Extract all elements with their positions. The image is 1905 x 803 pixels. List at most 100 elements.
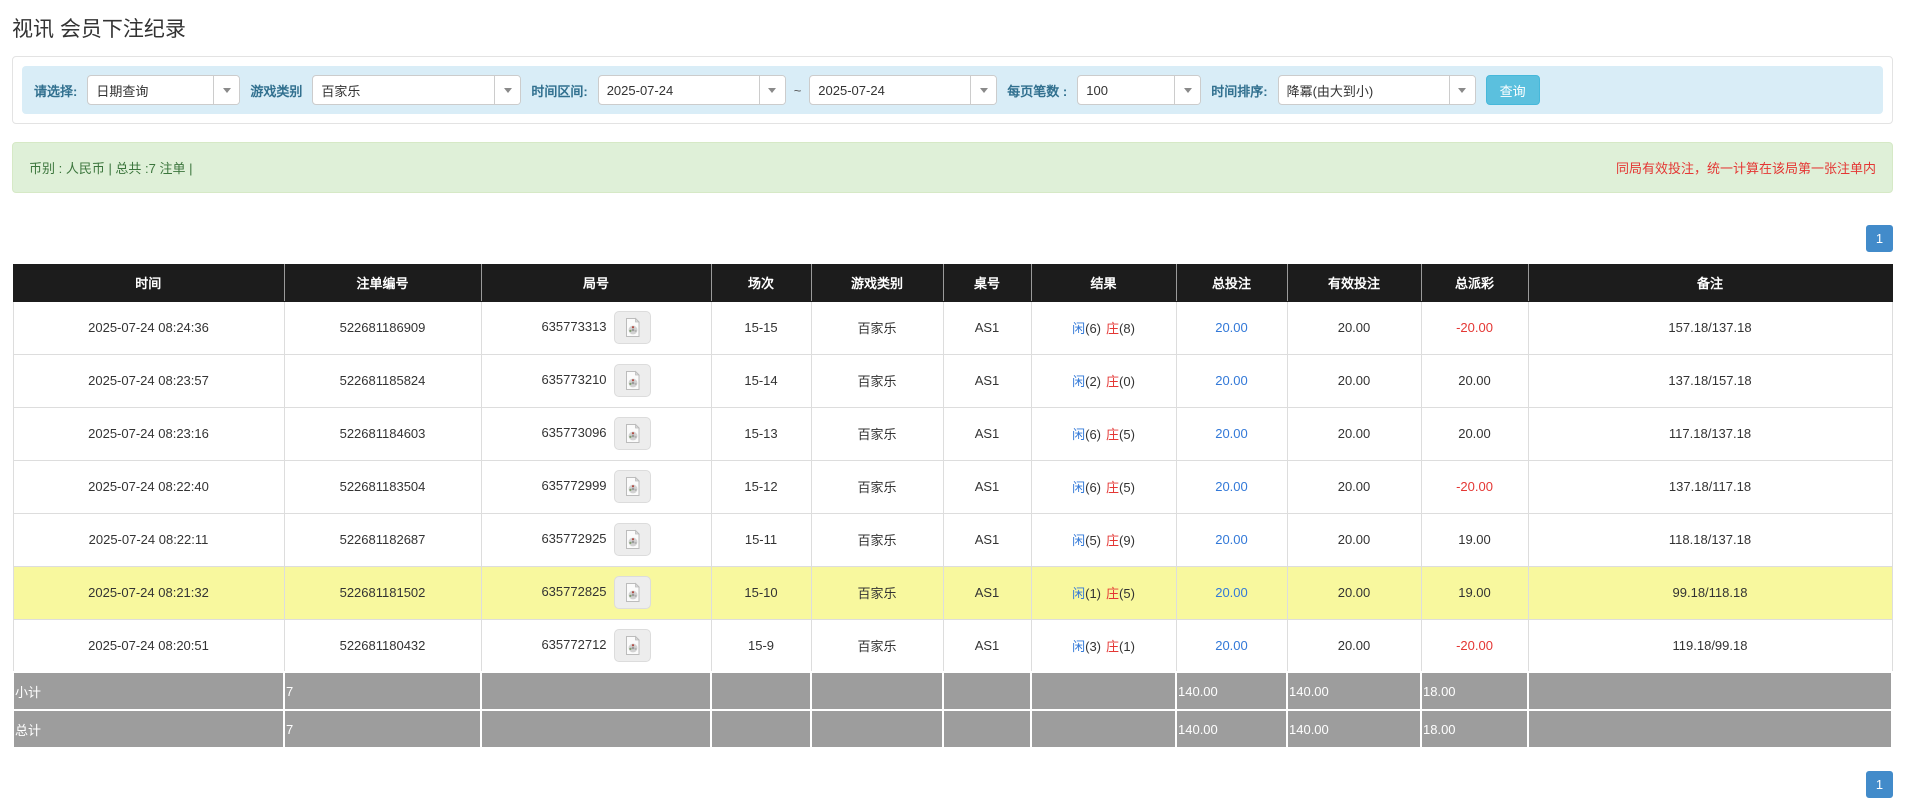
cell-game-type: 百家乐 bbox=[810, 300, 944, 355]
cell-game-type: 百家乐 bbox=[810, 512, 944, 567]
video-replay-button[interactable] bbox=[613, 470, 651, 503]
table-row[interactable]: 2025-07-24 08:24:36 522681186909 6357733… bbox=[12, 300, 1893, 355]
cell-total-bet[interactable]: 20.00 bbox=[1175, 565, 1288, 620]
cell-round-id: 635773210 bbox=[480, 353, 712, 408]
page-title: 视讯 会员下注纪录 bbox=[12, 18, 186, 41]
cell-table-no: AS1 bbox=[942, 618, 1032, 673]
cell-game-type: 百家乐 bbox=[810, 565, 944, 620]
cell-total-payout: -20.00 bbox=[1420, 459, 1529, 514]
date-range-label: 时间区间: bbox=[531, 83, 588, 99]
round-id-value: 635772999 bbox=[541, 477, 607, 493]
pagination-page-button[interactable]: 1 bbox=[1866, 771, 1893, 798]
date-from-value[interactable] bbox=[598, 76, 759, 104]
chevron-down-icon[interactable] bbox=[1174, 76, 1201, 104]
col-header-round-id: 局号 bbox=[481, 264, 712, 302]
chevron-down-icon[interactable] bbox=[213, 76, 240, 104]
video-replay-button[interactable] bbox=[613, 417, 651, 450]
cell-total-bet[interactable]: 20.00 bbox=[1175, 300, 1288, 355]
video-replay-button[interactable] bbox=[613, 311, 651, 344]
date-to-value[interactable] bbox=[810, 76, 971, 104]
cell-bet-id: 522681184603 bbox=[283, 406, 482, 461]
time-sort-label: 时间排序: bbox=[1211, 83, 1268, 99]
search-button[interactable]: 查询 bbox=[1485, 75, 1540, 105]
video-replay-button[interactable] bbox=[613, 364, 651, 397]
cell-result: 闲(3) 庄(1) bbox=[1030, 618, 1177, 673]
banker-result-label: 庄 bbox=[1106, 586, 1120, 601]
select-type-label: 请选择: bbox=[34, 83, 78, 99]
player-result-label: 闲 bbox=[1072, 480, 1086, 495]
date-from-picker[interactable] bbox=[597, 75, 786, 105]
cell-time: 2025-07-24 08:23:57 bbox=[12, 353, 285, 408]
grand-total-label: 总计 bbox=[12, 709, 285, 749]
cell-valid-bet: 20.00 bbox=[1286, 618, 1422, 673]
cell-bet-id: 522681182687 bbox=[283, 512, 482, 567]
video-replay-button[interactable] bbox=[613, 628, 651, 662]
cell-total-bet[interactable]: 20.00 bbox=[1175, 353, 1288, 408]
round-id-value: 635772825 bbox=[541, 583, 607, 599]
table-row[interactable]: 2025-07-24 08:20:51 522681180432 6357727… bbox=[12, 618, 1893, 673]
video-replay-button[interactable] bbox=[613, 523, 651, 556]
game-type-combobox[interactable] bbox=[312, 75, 522, 105]
cell-round-id: 635772925 bbox=[480, 512, 712, 567]
page-size-combobox[interactable] bbox=[1077, 75, 1202, 105]
grand-total-valid-bet: 140.00 bbox=[1286, 709, 1422, 749]
pagination-bottom: 1 bbox=[12, 771, 1893, 798]
table-row[interactable]: 2025-07-24 08:21:32 522681181502 6357728… bbox=[12, 565, 1893, 620]
chevron-down-icon[interactable] bbox=[758, 76, 785, 104]
banker-result-label: 庄 bbox=[1106, 533, 1120, 548]
table-row[interactable]: 2025-07-24 08:22:11 522681182687 6357729… bbox=[12, 512, 1893, 567]
banker-result-label: 庄 bbox=[1106, 480, 1120, 495]
table-row[interactable]: 2025-07-24 08:23:16 522681184603 6357730… bbox=[12, 406, 1893, 461]
col-header-game-type: 游戏类别 bbox=[811, 264, 944, 302]
grand-total-payout: 18.00 bbox=[1420, 709, 1529, 749]
bet-records-table: 时间 注单编号 局号 场次 游戏类别 桌号 结果 总投注 有效投注 总派彩 备注… bbox=[12, 264, 1893, 749]
valid-bet-note: 同局有效投注，统一计算在该局第一张注单内 bbox=[1615, 161, 1876, 176]
cell-total-bet[interactable]: 20.00 bbox=[1175, 618, 1288, 673]
col-header-valid-bet: 有效投注 bbox=[1287, 264, 1422, 302]
cell-result: 闲(1) 庄(5) bbox=[1030, 565, 1177, 620]
banker-result-label: 庄 bbox=[1106, 374, 1120, 389]
game-type-value[interactable] bbox=[313, 76, 495, 104]
cell-total-bet[interactable]: 20.00 bbox=[1175, 459, 1288, 514]
time-sort-value[interactable] bbox=[1278, 76, 1449, 104]
cell-remark: 117.18/137.18 bbox=[1527, 406, 1893, 461]
chevron-down-icon[interactable] bbox=[1448, 76, 1475, 104]
video-replay-button[interactable] bbox=[613, 576, 651, 609]
cell-session: 15-13 bbox=[710, 406, 812, 461]
cell-total-bet[interactable]: 20.00 bbox=[1175, 406, 1288, 461]
table-row[interactable]: 2025-07-24 08:22:40 522681183504 6357729… bbox=[12, 459, 1893, 514]
cell-remark: 157.18/137.18 bbox=[1527, 300, 1893, 355]
select-type-combobox[interactable] bbox=[87, 75, 241, 105]
time-sort-combobox[interactable] bbox=[1277, 75, 1476, 105]
round-id-value: 635773096 bbox=[541, 424, 607, 440]
subtotal-row: 小计 7 140.00 140.00 18.00 bbox=[12, 671, 1893, 711]
cell-total-payout: 19.00 bbox=[1420, 512, 1529, 567]
chevron-down-icon[interactable] bbox=[970, 76, 997, 104]
cell-result: 闲(6) 庄(5) bbox=[1030, 459, 1177, 514]
col-header-remark: 备注 bbox=[1528, 264, 1893, 302]
pagination-page-button[interactable]: 1 bbox=[1866, 225, 1893, 252]
cell-remark: 137.18/157.18 bbox=[1527, 353, 1893, 408]
cell-time: 2025-07-24 08:22:40 bbox=[12, 459, 285, 514]
cell-result: 闲(6) 庄(8) bbox=[1030, 300, 1177, 355]
player-result-label: 闲 bbox=[1072, 427, 1086, 442]
cell-session: 15-10 bbox=[710, 565, 812, 620]
cell-total-bet[interactable]: 20.00 bbox=[1175, 512, 1288, 567]
cell-table-no: AS1 bbox=[942, 512, 1032, 567]
table-row[interactable]: 2025-07-24 08:23:57 522681185824 6357732… bbox=[12, 353, 1893, 408]
cell-time: 2025-07-24 08:20:51 bbox=[12, 618, 285, 673]
cell-valid-bet: 20.00 bbox=[1286, 565, 1422, 620]
player-score: (6) bbox=[1085, 321, 1101, 336]
video-file-icon bbox=[625, 370, 640, 390]
select-type-value[interactable] bbox=[88, 76, 214, 104]
date-to-picker[interactable] bbox=[809, 75, 998, 105]
cell-game-type: 百家乐 bbox=[810, 353, 944, 408]
chevron-down-icon[interactable] bbox=[494, 76, 521, 104]
cell-table-no: AS1 bbox=[942, 565, 1032, 620]
cell-session: 15-14 bbox=[710, 353, 812, 408]
player-score: (1) bbox=[1085, 586, 1101, 601]
page-size-value[interactable] bbox=[1078, 76, 1175, 104]
video-file-icon bbox=[625, 476, 640, 496]
cell-total-payout: 19.00 bbox=[1420, 565, 1529, 620]
banker-score: (9) bbox=[1119, 533, 1135, 548]
